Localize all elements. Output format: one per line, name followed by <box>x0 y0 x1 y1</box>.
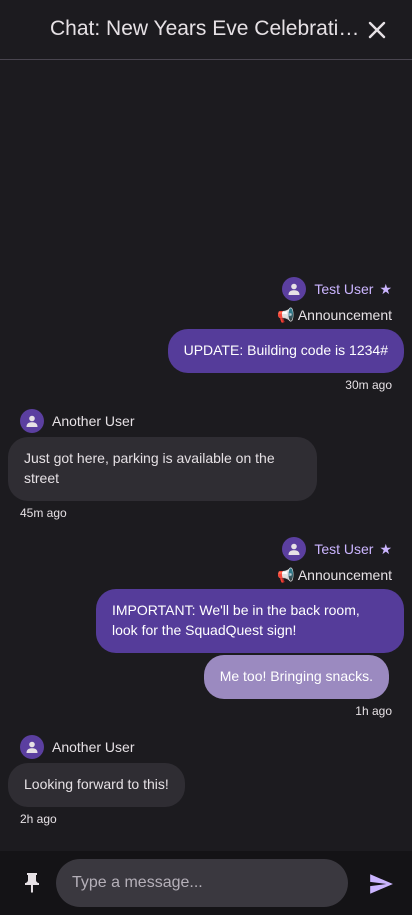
sender-name: Another User <box>52 413 135 429</box>
avatar <box>20 735 44 759</box>
pin-button[interactable] <box>20 871 44 895</box>
message-bubble[interactable]: Just got here, parking is available on t… <box>8 437 317 501</box>
close-button[interactable] <box>366 19 388 41</box>
message-time: 45m ago <box>20 506 67 520</box>
message-time: 2h ago <box>20 812 57 826</box>
avatar <box>20 409 44 433</box>
avatar <box>282 277 307 301</box>
message-list[interactable]: Test User ★ 📢 Announcement UPDATE: Build… <box>0 61 412 851</box>
message-sender: Another User <box>20 735 134 759</box>
announcement-tag: 📢 Announcement <box>277 567 392 583</box>
star-icon: ★ <box>379 540 392 557</box>
close-icon <box>368 21 386 39</box>
message-sender: Another User <box>20 409 134 433</box>
chat-screen: Chat: New Years Eve Celebration Test Use… <box>0 0 412 915</box>
sender-name: Test User <box>314 541 374 557</box>
sender-name: Test User <box>314 281 374 297</box>
message-sender: Test User ★ <box>282 537 392 561</box>
avatar <box>282 537 307 561</box>
message-time: 30m ago <box>345 378 392 392</box>
sender-name: Another User <box>52 739 135 755</box>
announcement-tag: 📢 Announcement <box>277 307 392 323</box>
message-bubble[interactable]: Looking forward to this! <box>8 763 185 807</box>
send-icon <box>370 874 393 894</box>
message-bubble[interactable]: Me too! Bringing snacks. <box>203 655 389 699</box>
send-button[interactable] <box>368 871 394 897</box>
person-icon <box>288 283 300 295</box>
pin-icon <box>25 873 39 893</box>
message-bubble[interactable]: UPDATE: Building code is 1234# <box>167 329 404 373</box>
message-composer <box>0 851 412 915</box>
person-icon <box>288 543 300 555</box>
person-icon <box>26 415 38 427</box>
message-sender: Test User ★ <box>282 277 392 301</box>
star-icon: ★ <box>379 280 392 297</box>
message-time: 1h ago <box>355 704 392 718</box>
person-icon <box>26 741 38 753</box>
message-input[interactable] <box>56 859 348 907</box>
chat-header: Chat: New Years Eve Celebration <box>0 0 412 60</box>
message-bubble[interactable]: IMPORTANT: We'll be in the back room, lo… <box>96 589 404 653</box>
chat-title: Chat: New Years Eve Celebration <box>50 17 360 40</box>
